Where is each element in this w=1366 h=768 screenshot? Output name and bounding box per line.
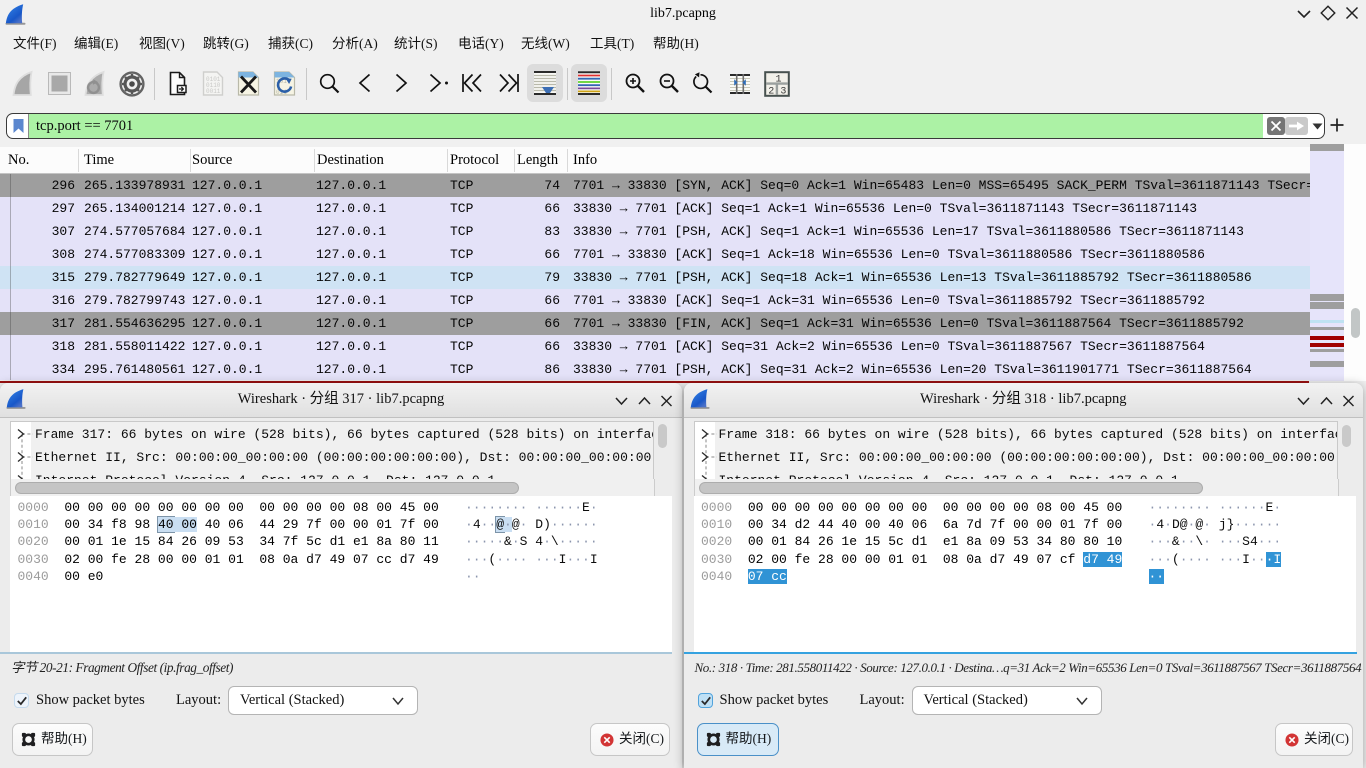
svg-text:1: 1 <box>775 75 781 86</box>
svg-text:0011: 0011 <box>206 88 221 95</box>
svg-text:3: 3 <box>780 86 786 97</box>
svg-text:2: 2 <box>768 86 774 97</box>
